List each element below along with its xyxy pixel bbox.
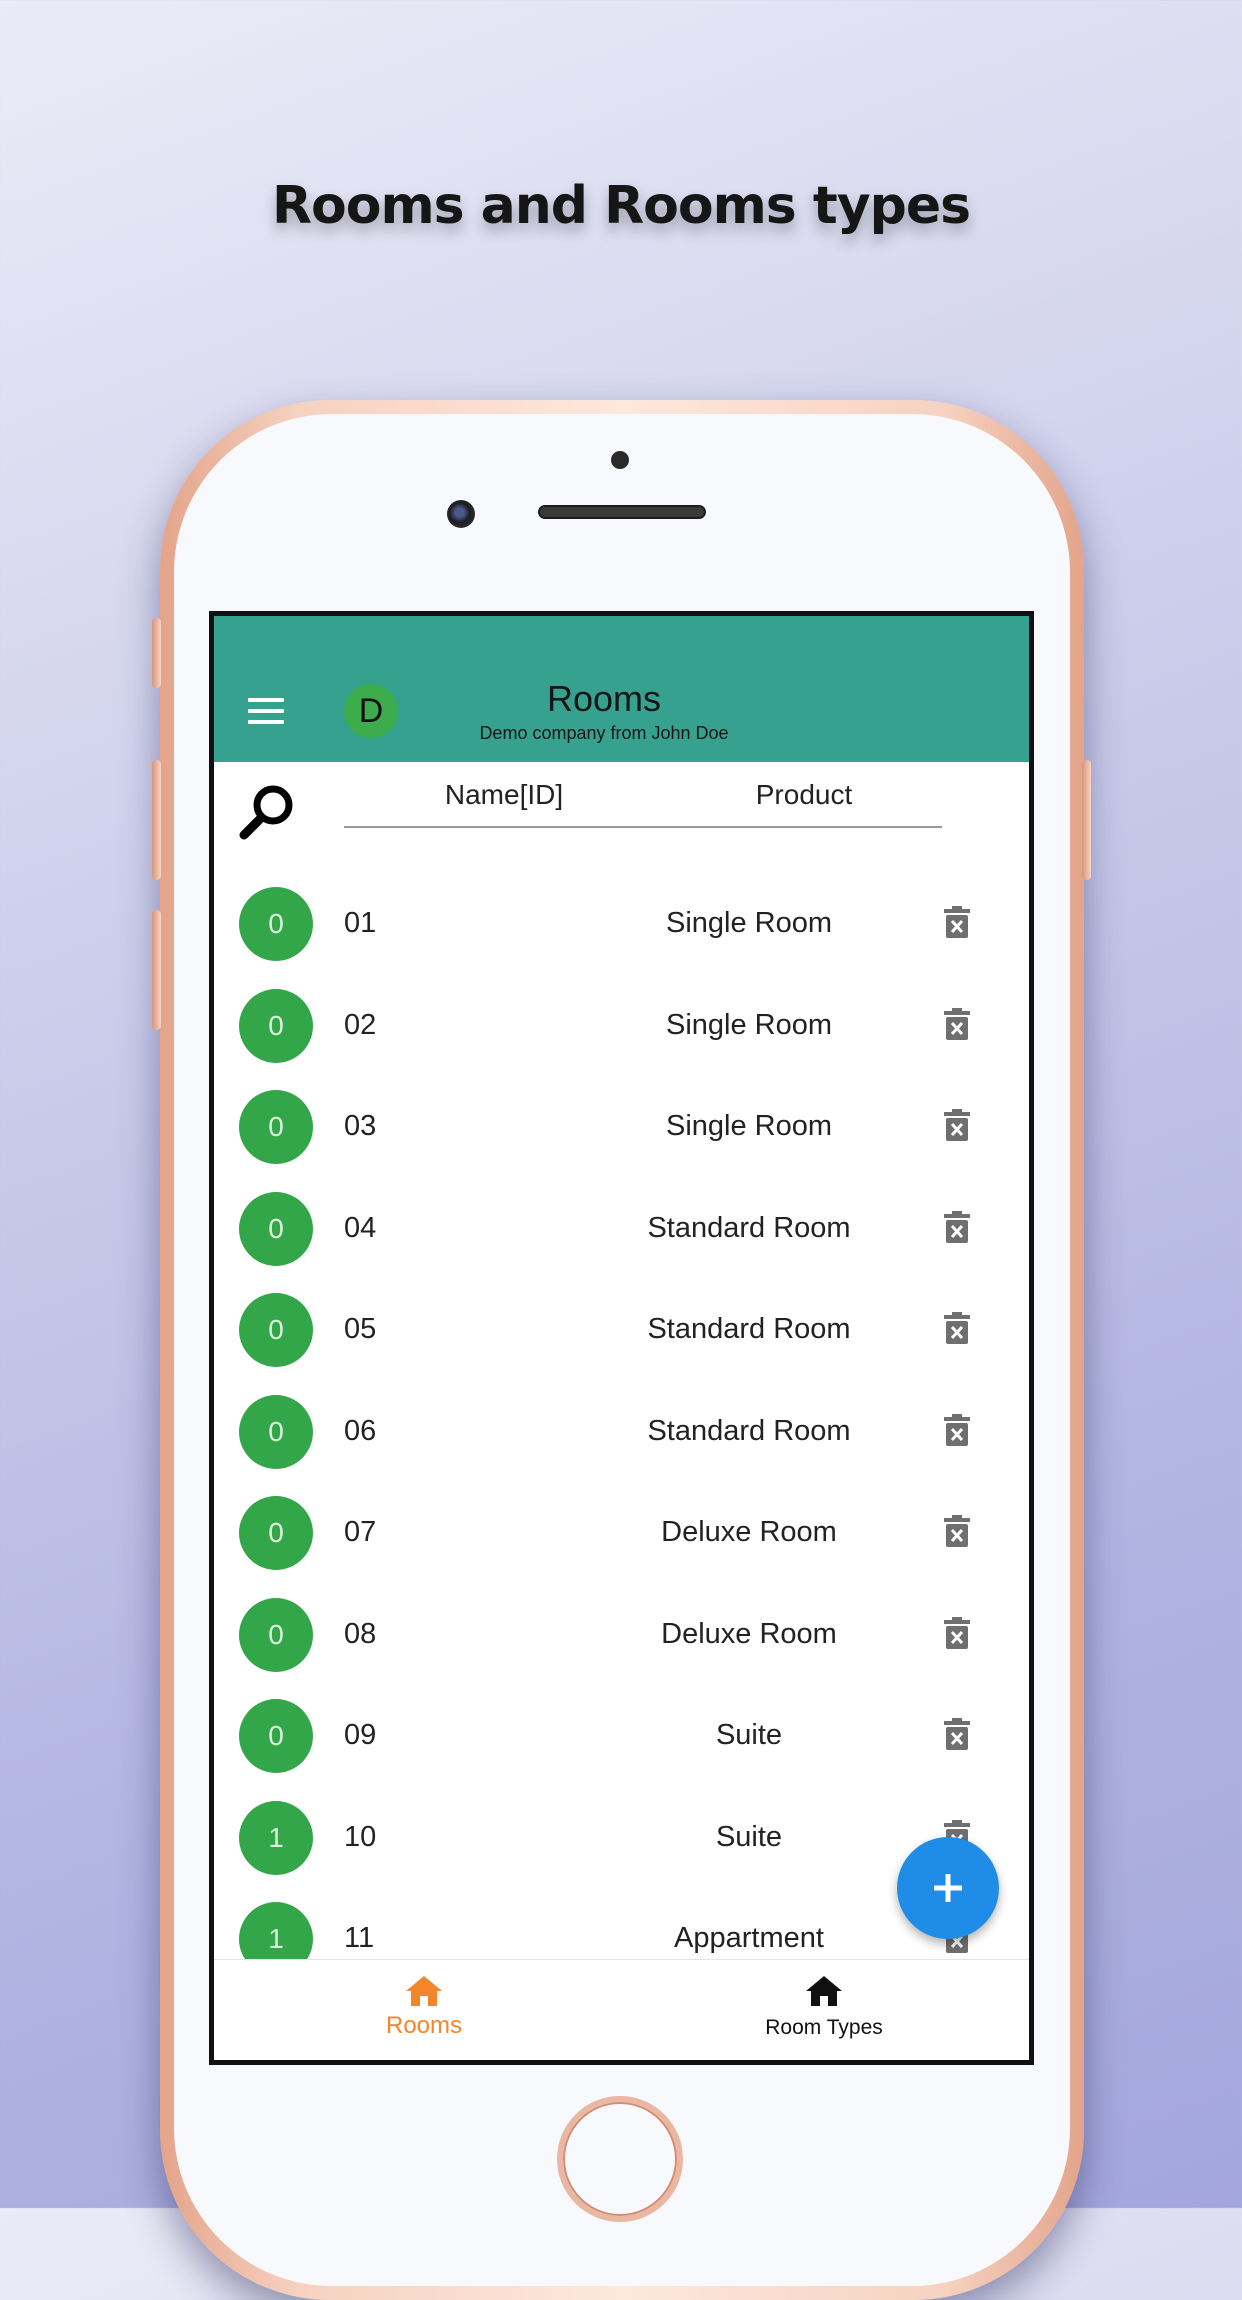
occupancy-badge: 0 (239, 1191, 313, 1266)
room-product: Suite (715, 1719, 783, 1751)
room-product: Suite (715, 1820, 783, 1853)
delete-icon[interactable] (943, 1717, 971, 1751)
table-row[interactable]: 0 07 Deluxe Room (214, 1482, 1029, 1584)
occupancy-badge: 0 (239, 1597, 313, 1672)
page-title: Rooms (546, 678, 662, 719)
table-row[interactable]: 0 04 Standard Room (214, 1178, 1029, 1280)
hamburger-menu-icon[interactable] (248, 698, 284, 724)
occupancy-badge: 0 (239, 887, 313, 961)
room-name: 01 (344, 907, 377, 939)
occupancy-badge: 0 (239, 988, 313, 1063)
delete-icon[interactable] (943, 1616, 971, 1650)
room-product: Appartment (674, 1922, 824, 1954)
occupancy-badge: 0 (239, 1394, 313, 1469)
table-row[interactable]: 0 01 Single Room (214, 873, 1029, 975)
add-room-button[interactable] (897, 1837, 999, 1939)
occupancy-badge: 1 (239, 1800, 313, 1875)
room-name: 04 (344, 1211, 377, 1244)
room-product: Deluxe Room (661, 1617, 837, 1650)
column-header-product[interactable]: Product (704, 779, 904, 811)
delete-icon[interactable] (943, 1007, 971, 1041)
table-row[interactable]: 0 05 Standard Room (214, 1279, 1029, 1381)
delete-icon[interactable] (943, 1210, 971, 1244)
page-subtitle: Demo company from John Doe (479, 723, 729, 743)
delete-icon[interactable] (943, 1311, 971, 1345)
room-product: Standard Room (647, 1211, 851, 1244)
room-name: 08 (344, 1617, 377, 1650)
phone-home-button (557, 2096, 683, 2222)
header-divider (344, 826, 942, 828)
phone-mute-switch (152, 618, 161, 688)
front-camera (447, 500, 475, 528)
page-headline: Rooms and Rooms types (271, 176, 971, 236)
phone-power-button (1082, 760, 1091, 880)
occupancy-badge: 0 (239, 1090, 313, 1164)
room-name: 03 (344, 1110, 377, 1142)
search-icon[interactable] (237, 781, 299, 843)
bottom-navigation: Rooms Room Types (214, 1959, 1029, 2060)
earpiece-speaker (538, 505, 706, 519)
delete-icon[interactable] (943, 1413, 971, 1447)
nav-tab-label: Room Types (765, 2016, 883, 2039)
room-product: Single Room (665, 907, 833, 939)
plus-icon (934, 1874, 962, 1902)
home-icon (806, 1976, 842, 2006)
occupancy-badge: 0 (239, 1496, 313, 1570)
home-icon (406, 1976, 442, 2006)
nav-tab-label: Rooms (385, 2012, 463, 2039)
room-name: 02 (344, 1008, 377, 1041)
occupancy-badge: 0 (239, 1293, 313, 1367)
room-name: 07 (344, 1516, 377, 1548)
avatar[interactable]: D (344, 684, 398, 738)
nav-tab-rooms[interactable]: Rooms (354, 1974, 494, 2040)
table-row[interactable]: 0 03 Single Room (214, 1076, 1029, 1178)
table-row[interactable]: 0 09 Suite (214, 1685, 1029, 1787)
proximity-sensor (611, 451, 629, 469)
room-name: 10 (344, 1820, 377, 1853)
room-product: Single Room (665, 1008, 833, 1041)
delete-icon[interactable] (943, 1108, 971, 1142)
room-list: 0 01 Single Room 0 02 Single Room 0 03 Single Ro… (214, 873, 1029, 1990)
room-name: 05 (344, 1313, 377, 1345)
app-screen: D Rooms Demo company from John Doe Name[… (209, 611, 1034, 2065)
room-name: 11 (344, 1922, 375, 1954)
delete-icon[interactable] (943, 905, 971, 939)
column-header-name[interactable]: Name[ID] (404, 779, 604, 811)
nav-tab-room-types[interactable]: Room Types (734, 1974, 914, 2040)
room-name: 09 (344, 1719, 377, 1751)
app-bar: D Rooms Demo company from John Doe (214, 616, 1029, 762)
table-row[interactable]: 0 08 Deluxe Room (214, 1584, 1029, 1686)
occupancy-badge: 0 (239, 1699, 313, 1773)
table-row[interactable]: 0 02 Single Room (214, 975, 1029, 1077)
room-product: Deluxe Room (661, 1516, 837, 1548)
phone-volume-up (152, 760, 161, 880)
room-product: Standard Room (647, 1414, 851, 1447)
room-name: 06 (344, 1414, 377, 1447)
room-product: Single Room (665, 1110, 833, 1142)
room-product: Standard Room (647, 1313, 851, 1345)
table-row[interactable]: 0 06 Standard Room (214, 1381, 1029, 1483)
phone-volume-down (152, 910, 161, 1030)
delete-icon[interactable] (943, 1514, 971, 1548)
